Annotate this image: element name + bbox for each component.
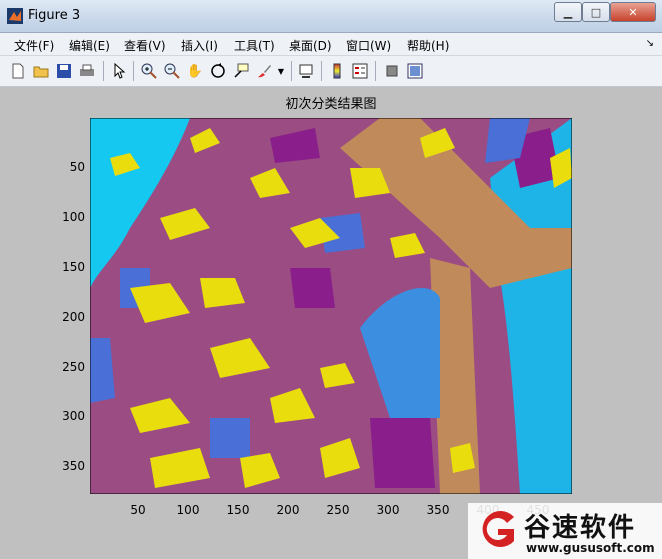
menu-file[interactable]: 文件(F) bbox=[14, 37, 54, 54]
window-title: Figure 3 bbox=[28, 8, 81, 23]
menu-view[interactable]: 查看(V) bbox=[124, 37, 166, 54]
minimize-icon: ▁ bbox=[563, 5, 573, 19]
x-tick-label: 300 bbox=[376, 503, 400, 517]
hide-plot-tools-icon[interactable] bbox=[383, 62, 401, 80]
watermark-url: www.gususoft.com bbox=[526, 541, 655, 555]
y-tick-label: 350 bbox=[62, 459, 85, 473]
x-tick-label: 200 bbox=[276, 503, 300, 517]
maximize-button[interactable]: □ bbox=[582, 2, 610, 22]
x-tick-label: 150 bbox=[226, 503, 250, 517]
classification-image[interactable] bbox=[90, 118, 572, 494]
new-figure-icon[interactable] bbox=[9, 62, 27, 80]
pan-hand-icon[interactable]: ✋ bbox=[186, 62, 204, 80]
y-tick-label: 200 bbox=[62, 310, 85, 324]
y-tick-label: 250 bbox=[62, 360, 85, 374]
y-tick-label: 150 bbox=[62, 260, 85, 274]
link-plot-icon[interactable] bbox=[297, 62, 315, 80]
open-file-icon[interactable] bbox=[32, 62, 50, 80]
zoom-in-icon[interactable] bbox=[140, 62, 158, 80]
menu-tools[interactable]: 工具(T) bbox=[234, 37, 275, 54]
print-icon[interactable] bbox=[78, 62, 96, 80]
x-tick-label: 350 bbox=[426, 503, 450, 517]
x-tick-label: 100 bbox=[176, 503, 200, 517]
figure-toolbar: ✋ ▼ bbox=[0, 56, 662, 87]
maximize-icon: □ bbox=[590, 5, 602, 19]
close-button[interactable]: ✕ bbox=[610, 2, 656, 22]
y-tick-label: 100 bbox=[62, 210, 85, 224]
menu-desktop[interactable]: 桌面(D) bbox=[289, 37, 332, 54]
figure-window: Figure 3 ▁ □ ✕ 文件(F) 编辑(E) 查看(V) 插入(I) 工… bbox=[0, 0, 662, 559]
edit-plot-arrow-icon[interactable] bbox=[110, 62, 128, 80]
watermark-name: 谷速软件 bbox=[524, 513, 637, 543]
minimize-button[interactable]: ▁ bbox=[554, 2, 582, 22]
x-tick-label: 50 bbox=[130, 503, 146, 517]
data-cursor-icon[interactable] bbox=[232, 62, 250, 80]
show-plot-tools-icon[interactable] bbox=[406, 62, 424, 80]
save-icon[interactable] bbox=[55, 62, 73, 80]
zoom-out-icon[interactable] bbox=[163, 62, 181, 80]
menu-overflow-icon[interactable]: ↘ bbox=[646, 38, 654, 49]
title-bar[interactable]: Figure 3 ▁ □ ✕ bbox=[0, 0, 662, 33]
brush-dropdown-icon[interactable]: ▼ bbox=[276, 62, 286, 80]
menu-edit[interactable]: 编辑(E) bbox=[69, 37, 110, 54]
menu-insert[interactable]: 插入(I) bbox=[181, 37, 218, 54]
menu-bar: 文件(F) 编辑(E) 查看(V) 插入(I) 工具(T) 桌面(D) 窗口(W… bbox=[0, 33, 662, 56]
y-tick-label: 50 bbox=[69, 160, 85, 174]
x-tick-label: 250 bbox=[326, 503, 350, 517]
menu-window[interactable]: 窗口(W) bbox=[346, 37, 391, 54]
brush-icon[interactable] bbox=[255, 62, 273, 80]
colorbar-icon[interactable] bbox=[328, 62, 346, 80]
rotate-3d-icon[interactable] bbox=[209, 62, 227, 80]
watermark: 谷速软件 www.gususoft.com bbox=[468, 503, 662, 559]
gususoft-logo-icon bbox=[482, 511, 514, 547]
plot-title: 初次分类结果图 bbox=[285, 97, 377, 112]
legend-icon[interactable] bbox=[351, 62, 369, 80]
menu-help[interactable]: 帮助(H) bbox=[407, 37, 449, 54]
matlab-icon bbox=[7, 8, 23, 24]
y-tick-label: 300 bbox=[62, 409, 85, 423]
close-icon: ✕ bbox=[628, 5, 638, 19]
